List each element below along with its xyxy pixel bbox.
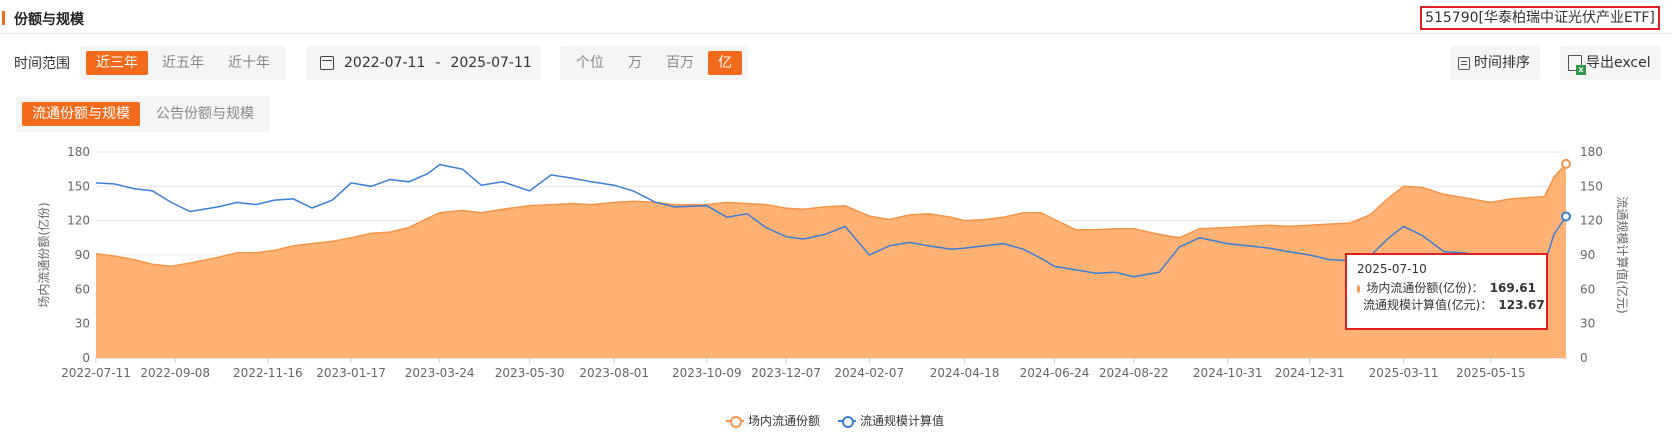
x-tick-label: 2024-04-18 [930, 366, 1000, 380]
y-right-tick-label: 180 [1580, 145, 1603, 159]
x-tick-label: 2025-03-11 [1369, 366, 1439, 380]
tooltip-share-value: 169.61 [1489, 281, 1536, 295]
date-range-picker[interactable]: 2022-07-11 - 2025-07-11 [306, 46, 541, 80]
unit-selector: 个位 万 百万 亿 [560, 46, 748, 80]
y-right-tick-label: 30 [1580, 317, 1595, 331]
y-left-tick-label: 90 [75, 248, 90, 262]
time-range-3y-button[interactable]: 近三年 [86, 51, 148, 75]
x-tick-label: 2024-02-07 [834, 366, 904, 380]
x-tick-label: 2022-07-11 [61, 366, 131, 380]
unit-yi-button[interactable]: 亿 [708, 51, 742, 75]
x-tick-label: 2023-08-01 [579, 366, 649, 380]
y-left-tick-label: 0 [82, 351, 90, 365]
x-tick-label: 2024-12-31 [1275, 366, 1345, 380]
time-range-5y-button[interactable]: 近五年 [152, 51, 214, 75]
legend-share-marker [726, 415, 744, 428]
unit-million-button[interactable]: 百万 [656, 51, 704, 75]
time-sort-button[interactable]: 时间排序 [1450, 46, 1540, 80]
tooltip-share-dot [1357, 284, 1361, 293]
x-tick-label: 2022-09-08 [140, 366, 210, 380]
tab-circulating-share[interactable]: 流通份额与规模 [22, 102, 140, 126]
header-accent-bar [2, 11, 5, 25]
y-right-axis-title: 流通规模计算值(亿元) [1615, 196, 1630, 313]
legend-item-share[interactable]: 场内流通份额 [726, 412, 820, 429]
x-tick-label: 2023-12-07 [751, 366, 821, 380]
x-tick-label: 2024-06-24 [1020, 366, 1090, 380]
unit-ones-button[interactable]: 个位 [566, 51, 614, 75]
y-left-tick-label: 180 [67, 145, 90, 159]
chart-tooltip: 2025-07-10 场内流通份额(亿份)： 169.61 流通规模计算值(亿元… [1345, 253, 1548, 330]
export-excel-label: 导出excel [1586, 55, 1651, 71]
y-left-tick-label: 150 [67, 179, 90, 193]
tooltip-row-share: 场内流通份额(亿份)： 169.61 [1357, 280, 1536, 297]
y-left-tick-label: 30 [75, 317, 90, 331]
share-hover-point [1561, 158, 1571, 169]
time-range-10y-button[interactable]: 近十年 [218, 51, 280, 75]
chart-legend: 场内流通份额 流通规模计算值 [726, 412, 944, 429]
y-right-tick-label: 60 [1580, 282, 1595, 296]
x-tick-label: 2022-11-16 [233, 366, 303, 380]
legend-scale-label: 流通规模计算值 [860, 414, 945, 428]
y-right-tick-label: 90 [1580, 248, 1595, 262]
section-header: 份额与规模 515790[华泰柏瑞中证光伏产业ETF] [0, 0, 1672, 34]
time-sort-label: 时间排序 [1474, 55, 1530, 71]
tooltip-date: 2025-07-10 [1357, 262, 1427, 276]
time-range-label: 时间范围 [14, 56, 70, 72]
time-range-selector: 近三年 近五年 近十年 [80, 46, 286, 80]
export-excel-button[interactable]: 导出excel [1560, 46, 1661, 80]
x-tick-label: 2024-10-31 [1193, 366, 1263, 380]
scale-hover-point [1561, 211, 1571, 222]
legend-share-label: 场内流通份额 [748, 414, 821, 428]
tooltip-row-scale: 流通规模计算值(亿元)： 123.67 [1357, 297, 1545, 314]
y-right-tick-label: 120 [1580, 214, 1603, 228]
section-title: 份额与规模 [14, 12, 84, 28]
y-left-tick-label: 60 [75, 282, 90, 296]
tooltip-scale-name: 流通规模计算值(亿元)： [1363, 298, 1493, 312]
x-tick-label: 2023-03-24 [405, 366, 475, 380]
y-right-tick-label: 150 [1580, 179, 1603, 193]
y-right-tick-label: 0 [1580, 351, 1588, 365]
excel-icon [1568, 55, 1586, 75]
tooltip-share-name: 场内流通份额(亿份)： [1366, 281, 1484, 295]
x-tick-label: 2024-08-22 [1099, 366, 1169, 380]
legend-scale-marker [838, 415, 857, 428]
x-tick-label: 2023-10-09 [672, 366, 742, 380]
date-to[interactable]: 2025-07-11 [450, 55, 531, 71]
x-tick-label: 2023-01-17 [316, 366, 386, 380]
date-from[interactable]: 2022-07-11 [344, 55, 425, 71]
date-separator: - [435, 55, 441, 71]
sort-icon [1458, 56, 1470, 70]
fund-name-label: 515790[华泰柏瑞中证光伏产业ETF] [1420, 6, 1660, 30]
legend-item-scale[interactable]: 流通规模计算值 [838, 412, 944, 429]
tooltip-scale-value: 123.67 [1498, 298, 1545, 312]
tab-announced-share[interactable]: 公告份额与规模 [146, 102, 264, 126]
y-left-tick-label: 120 [67, 214, 90, 228]
unit-wan-button[interactable]: 万 [618, 51, 652, 75]
calendar-icon [320, 56, 334, 70]
x-tick-label: 2023-05-30 [495, 366, 565, 380]
data-tabs: 流通份额与规模 公告份额与规模 [16, 96, 270, 132]
y-left-axis-title: 场内流通份额(亿份) [36, 202, 51, 307]
x-tick-label: 2025-05-15 [1456, 366, 1526, 380]
